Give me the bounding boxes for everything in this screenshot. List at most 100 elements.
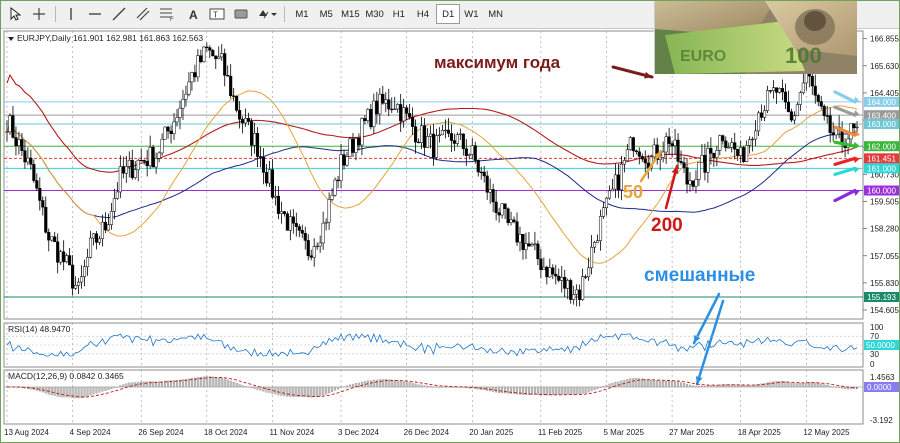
candle-body	[214, 55, 218, 60]
candle-body	[771, 87, 776, 91]
candle-body	[77, 281, 81, 286]
macd-bar	[691, 385, 695, 388]
y-tick-label: 164.405	[870, 89, 899, 98]
macd-bar	[196, 377, 199, 388]
macd-bar	[554, 386, 557, 396]
macd-bar	[694, 385, 698, 388]
candle-body	[196, 55, 200, 78]
macd-bar	[775, 381, 778, 388]
macd-bar	[372, 379, 375, 388]
candle-body	[575, 289, 579, 295]
macd-bar	[841, 386, 844, 389]
annotation-year-high: максимум года	[434, 53, 561, 72]
macd-bar	[662, 380, 665, 388]
macd-bar	[811, 382, 814, 388]
candle-body	[500, 203, 504, 216]
candle-body	[169, 130, 173, 134]
candle-body	[35, 180, 39, 189]
candle-body	[527, 243, 531, 247]
candle-body	[548, 267, 552, 278]
candle-body	[789, 111, 793, 121]
candle-body	[536, 243, 540, 260]
macd-bar	[375, 379, 378, 388]
macd-bar	[95, 386, 98, 394]
candle-body	[130, 160, 134, 178]
candle-body	[294, 222, 298, 227]
candle-body	[667, 136, 671, 144]
macd-bar	[381, 379, 384, 388]
candle-body	[578, 289, 582, 300]
candle-body	[792, 115, 796, 121]
macd-bar	[214, 377, 217, 388]
macd-bar	[113, 386, 116, 389]
candle-body	[133, 169, 137, 178]
x-tick-label: 27 Mar 2025	[669, 428, 714, 437]
y-tick-label: 159.505	[870, 197, 899, 206]
macd-bar	[596, 386, 599, 390]
macd-bar	[438, 386, 441, 388]
candle-body	[822, 105, 826, 116]
candle-body	[551, 267, 555, 275]
rsi-header: RSI(14) 48.9470	[8, 324, 71, 334]
macd-bar	[778, 381, 781, 388]
candle-body	[324, 221, 328, 224]
macd-bar	[220, 377, 223, 388]
candle-body	[229, 75, 233, 97]
candle-body	[232, 95, 236, 97]
candle-body	[622, 160, 626, 165]
candle-body	[157, 152, 161, 159]
candle-body	[554, 273, 558, 277]
candle-body	[783, 91, 787, 103]
macd-bar	[590, 386, 593, 392]
macd-bar	[86, 386, 89, 397]
candle-body	[175, 117, 179, 123]
macd-bar	[560, 386, 563, 395]
candle-body	[765, 90, 770, 111]
macd-bar	[116, 386, 119, 388]
macd-bar	[766, 382, 769, 388]
macd-bar	[772, 381, 775, 388]
candle-body	[455, 134, 459, 144]
macd-bar	[208, 376, 211, 388]
macd-bar	[259, 386, 262, 391]
macd-bar	[754, 384, 757, 388]
candle-body	[405, 107, 409, 114]
candle-body	[730, 142, 734, 148]
macd-bar	[211, 376, 214, 388]
macd-bar	[378, 379, 381, 388]
candle-body	[467, 154, 471, 156]
candle-body	[703, 155, 707, 173]
macd-bar	[283, 386, 286, 397]
candle-body	[774, 87, 779, 93]
y-tick-label: 155.830	[870, 279, 899, 288]
candle-body	[44, 206, 48, 233]
candle-body	[273, 195, 277, 198]
candle-body	[458, 133, 462, 135]
macd-bar	[539, 386, 542, 396]
candle-body	[604, 197, 609, 208]
macd-bar	[572, 386, 575, 395]
macd-bar	[578, 386, 581, 395]
candle-body	[309, 255, 313, 258]
candle-body	[512, 219, 516, 222]
candle-body	[384, 99, 388, 104]
candle-body	[297, 226, 301, 231]
macd-bar	[152, 381, 155, 388]
macd-bar	[823, 384, 826, 388]
macd-bar	[709, 385, 712, 388]
candle-body	[381, 93, 385, 104]
candle-body	[739, 147, 743, 156]
candle-body	[193, 72, 197, 78]
macd-bar	[325, 386, 328, 395]
macd-bar	[89, 386, 92, 396]
candle-body	[202, 46, 206, 62]
candle-body	[26, 157, 30, 163]
level-price-label: 160.000	[867, 187, 896, 196]
candle-body	[112, 198, 116, 212]
candle-body	[706, 148, 710, 173]
rsi-tick-label: 0	[870, 360, 875, 369]
candle-body	[816, 95, 820, 102]
macd-tick-label: -3.192	[870, 416, 893, 425]
candle-body	[235, 95, 239, 111]
candle-body	[351, 138, 355, 153]
